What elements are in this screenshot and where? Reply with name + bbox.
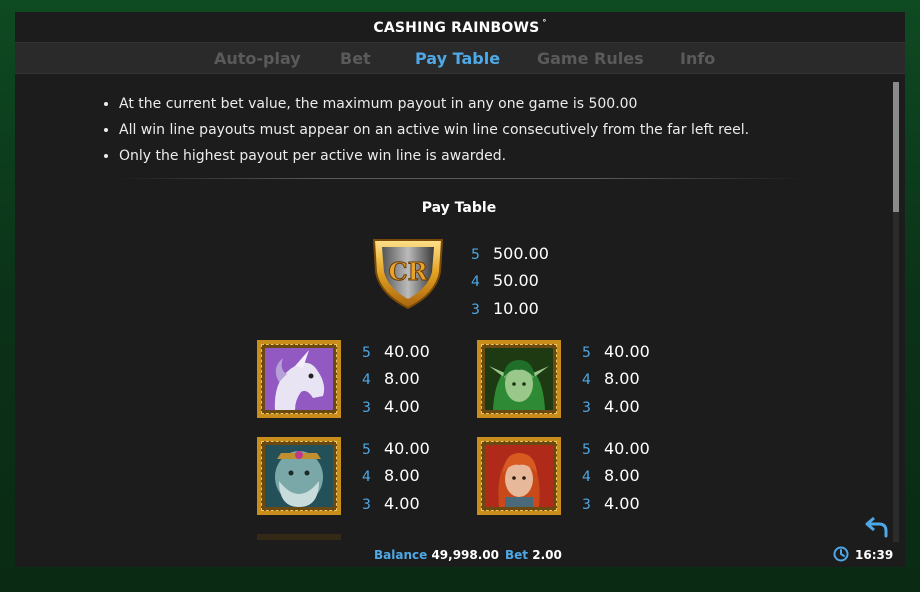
tab-game-rules[interactable]: Game Rules bbox=[537, 49, 644, 68]
pay-row: 3 4.00 bbox=[362, 494, 420, 513]
tab-bet[interactable]: Bet bbox=[340, 49, 371, 68]
pay-row: 5 40.00 bbox=[362, 439, 430, 458]
warrior-icon bbox=[477, 437, 561, 515]
help-panel: CASHING RAINBOWS ° Auto-play Bet Pay Tabl… bbox=[15, 12, 905, 567]
pay-count: 5 bbox=[582, 345, 591, 361]
next-symbol-hint bbox=[257, 534, 341, 540]
pay-count: 3 bbox=[362, 400, 371, 416]
pay-count: 4 bbox=[362, 372, 371, 388]
pay-count: 3 bbox=[471, 302, 480, 318]
tab-bar: Auto-play Bet Pay Table Game Rules Info bbox=[15, 42, 905, 74]
pay-row: 3 4.00 bbox=[582, 397, 640, 416]
pay-count: 4 bbox=[582, 372, 591, 388]
tab-pay-table[interactable]: Pay Table bbox=[415, 49, 500, 68]
pay-row: 5 40.00 bbox=[362, 342, 430, 361]
bet-value: 2.00 bbox=[532, 548, 562, 562]
pay-count: 5 bbox=[471, 247, 480, 263]
pay-count: 3 bbox=[362, 497, 371, 513]
pay-table-content: At the current bet value, the maximum pa… bbox=[15, 74, 905, 544]
pay-count: 5 bbox=[582, 442, 591, 458]
pay-count: 3 bbox=[582, 400, 591, 416]
pay-value: 8.00 bbox=[604, 466, 640, 485]
wizard-icon bbox=[257, 437, 341, 515]
bet-label: Bet bbox=[505, 548, 529, 562]
pay-value: 40.00 bbox=[384, 439, 430, 458]
pay-table-heading: Pay Table bbox=[421, 200, 497, 216]
pay-row: 5 500.00 bbox=[471, 244, 549, 263]
pay-count: 4 bbox=[471, 274, 480, 290]
rule-item: All win line payouts must appear on an a… bbox=[119, 122, 749, 138]
balance-display: Balance 49,998.00 bbox=[374, 548, 499, 562]
pay-value: 4.00 bbox=[604, 494, 640, 513]
pay-value: 50.00 bbox=[493, 271, 539, 290]
pay-count: 5 bbox=[362, 345, 371, 361]
clock-icon bbox=[833, 546, 849, 562]
pay-row: 5 40.00 bbox=[582, 342, 650, 361]
pay-value: 40.00 bbox=[604, 342, 650, 361]
rule-item: At the current bet value, the maximum pa… bbox=[119, 96, 749, 112]
pay-value: 4.00 bbox=[384, 494, 420, 513]
pay-value: 8.00 bbox=[604, 369, 640, 388]
pay-row: 5 40.00 bbox=[582, 439, 650, 458]
balance-value: 49,998.00 bbox=[431, 548, 500, 562]
back-arrow-icon[interactable] bbox=[865, 516, 889, 538]
pay-value: 40.00 bbox=[384, 342, 430, 361]
pay-row: 4 50.00 bbox=[471, 271, 539, 290]
pay-value: 500.00 bbox=[493, 244, 549, 263]
tab-auto-play[interactable]: Auto-play bbox=[214, 49, 301, 68]
pay-count: 3 bbox=[582, 497, 591, 513]
rule-item: Only the highest payout per active win l… bbox=[119, 148, 749, 164]
bet-display: Bet 2.00 bbox=[505, 548, 562, 562]
pay-value: 10.00 bbox=[493, 299, 539, 318]
title-mark: ° bbox=[542, 18, 547, 27]
pay-row: 3 4.00 bbox=[362, 397, 420, 416]
pay-value: 40.00 bbox=[604, 439, 650, 458]
pay-row: 4 8.00 bbox=[362, 369, 420, 388]
pay-value: 4.00 bbox=[604, 397, 640, 416]
pay-row: 4 8.00 bbox=[582, 466, 640, 485]
cr-logo-text: CR bbox=[388, 257, 428, 286]
balance-label: Balance bbox=[374, 548, 428, 562]
elf-icon bbox=[477, 340, 561, 418]
clock-time: 16:39 bbox=[855, 548, 894, 562]
game-title: CASHING RAINBOWS ° bbox=[15, 18, 905, 36]
pay-value: 8.00 bbox=[384, 466, 420, 485]
status-bar: Balance 49,998.00 Bet 2.00 16:39 bbox=[15, 544, 905, 567]
pay-row: 4 8.00 bbox=[362, 466, 420, 485]
pay-row: 4 8.00 bbox=[582, 369, 640, 388]
cr-shield-icon: CR bbox=[368, 234, 448, 310]
divider bbox=[115, 178, 805, 179]
pay-value: 4.00 bbox=[384, 397, 420, 416]
pay-row: 3 4.00 bbox=[582, 494, 640, 513]
rules-list: At the current bet value, the maximum pa… bbox=[101, 96, 749, 174]
pay-value: 8.00 bbox=[384, 369, 420, 388]
tab-info[interactable]: Info bbox=[680, 49, 715, 68]
pay-count: 4 bbox=[582, 469, 591, 485]
game-title-text: CASHING RAINBOWS bbox=[373, 20, 540, 36]
pay-count: 5 bbox=[362, 442, 371, 458]
unicorn-icon bbox=[257, 340, 341, 418]
pay-row: 3 10.00 bbox=[471, 299, 539, 318]
pay-count: 4 bbox=[362, 469, 371, 485]
